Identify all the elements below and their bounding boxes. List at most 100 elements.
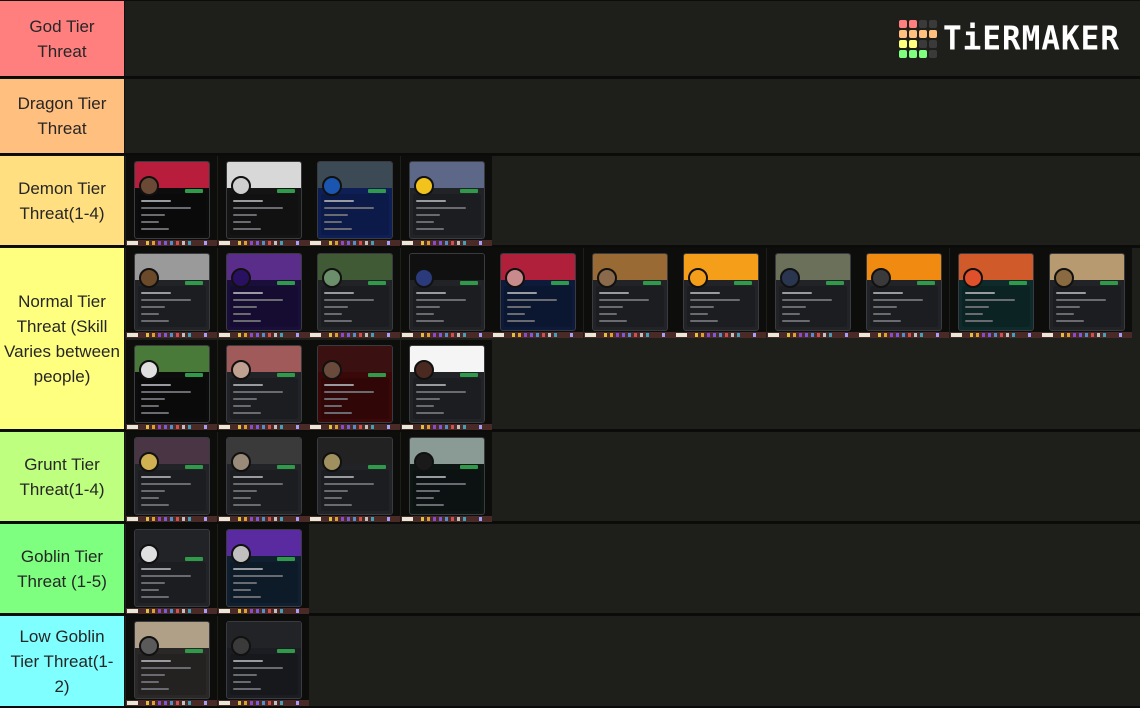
tier-label[interactable]: God Tier Threat	[0, 0, 125, 76]
start-icon	[127, 609, 138, 613]
taskbar-app-icon	[255, 241, 259, 245]
tier-items-area[interactable]	[125, 78, 1140, 153]
tier-item-screenshot[interactable]	[217, 248, 309, 338]
taskbar-strip	[858, 332, 949, 338]
tier-item-screenshot[interactable]	[309, 248, 400, 338]
taskbar-app-icon	[188, 333, 191, 337]
profile-text-line	[415, 306, 440, 308]
taskbar-app-icon	[158, 701, 161, 705]
tier-label[interactable]: Goblin Tier Threat (1-5)	[0, 523, 125, 613]
tier-items-area[interactable]	[125, 615, 1140, 706]
tier-item-screenshot[interactable]	[217, 524, 309, 614]
profile-text-line	[415, 299, 466, 301]
profile-card	[134, 345, 210, 423]
profile-text-line	[232, 589, 251, 591]
taskbar-strip	[217, 700, 309, 706]
taskbar-app-icon	[524, 333, 527, 337]
tier-item-screenshot[interactable]	[309, 432, 400, 522]
taskbar-app-icon	[456, 517, 460, 521]
taskbar-app-icon	[725, 333, 728, 337]
taskbar-app-icon	[295, 517, 299, 521]
taskbar-strip	[309, 424, 400, 430]
tier-item-screenshot[interactable]	[583, 248, 675, 338]
tier-item-screenshot[interactable]	[1041, 248, 1132, 338]
tier-item-screenshot[interactable]	[126, 432, 217, 522]
taskbar-app-icon	[444, 241, 448, 245]
tier-item-screenshot[interactable]	[126, 156, 217, 246]
taskbar-app-icon	[158, 333, 161, 337]
taskbar-app-icon	[204, 425, 207, 429]
tier-item-screenshot[interactable]	[217, 616, 309, 706]
tier-item-screenshot[interactable]	[126, 616, 217, 706]
tier-items-area[interactable]	[125, 155, 1140, 246]
tier-item-screenshot[interactable]	[126, 340, 217, 430]
logo-cell	[929, 40, 938, 48]
tier-item-screenshot[interactable]	[217, 340, 309, 430]
taskbar-app-icon	[146, 241, 149, 245]
tier-item-screenshot[interactable]	[400, 340, 492, 430]
taskbar-app-icon	[719, 333, 722, 337]
tier-items-area[interactable]	[125, 247, 1140, 430]
taskbar-strip	[217, 516, 309, 522]
profile-text-line	[141, 589, 159, 591]
taskbar-app-icon	[295, 609, 299, 613]
taskbar-app-icon	[438, 517, 442, 521]
profile-text-line	[873, 299, 923, 301]
tier-item-screenshot[interactable]	[126, 248, 217, 338]
tier-item-screenshot[interactable]	[766, 248, 858, 338]
tier-item-screenshot[interactable]	[400, 432, 492, 522]
tier-label[interactable]: Grunt Tier Threat(1-4)	[0, 431, 125, 521]
tier-item-screenshot[interactable]	[309, 340, 400, 430]
taskbar-app-icon	[170, 241, 173, 245]
tier-item-screenshot[interactable]	[675, 248, 766, 338]
taskbar-app-icon	[512, 333, 515, 337]
taskbar-strip	[492, 332, 583, 338]
profile-text-line	[781, 299, 832, 301]
taskbar-app-icon	[450, 333, 454, 337]
tier-item-screenshot[interactable]	[858, 248, 949, 338]
taskbar-app-icon	[633, 333, 637, 337]
avatar	[962, 268, 983, 288]
taskbar-app-icon	[329, 517, 332, 521]
taskbar-app-icon	[295, 333, 299, 337]
logo-cell	[919, 50, 928, 58]
profile-text-line	[873, 292, 903, 294]
tier-row: Demon Tier Threat(1-4)	[0, 155, 1140, 247]
taskbar-app-icon	[914, 333, 917, 337]
tier-label[interactable]: Low Goblin Tier Threat(1-2)	[0, 615, 125, 706]
avatar	[871, 268, 891, 288]
tier-label[interactable]: Dragon Tier Threat	[0, 78, 125, 153]
start-icon	[493, 333, 504, 337]
tier-item-screenshot[interactable]	[400, 248, 492, 338]
taskbar-app-icon	[420, 425, 424, 429]
start-icon	[1042, 333, 1053, 337]
taskbar-app-icon	[164, 517, 167, 521]
taskbar-app-icon	[158, 517, 161, 521]
taskbar-app-icon	[279, 701, 283, 705]
start-icon	[218, 241, 230, 245]
tier-item-screenshot[interactable]	[309, 156, 400, 246]
profile-text-line	[415, 398, 440, 400]
logo-grid-icon	[899, 20, 938, 58]
tier-label[interactable]: Demon Tier Threat(1-4)	[0, 155, 125, 245]
tier-items-area[interactable]	[125, 431, 1140, 522]
tier-item-screenshot[interactable]	[492, 248, 583, 338]
taskbar-app-icon	[249, 425, 253, 429]
tier-items-area[interactable]	[125, 523, 1140, 614]
tier-item-screenshot[interactable]	[400, 156, 492, 246]
taskbar-app-icon	[353, 241, 356, 245]
taskbar-strip	[217, 240, 309, 246]
profile-text-line	[324, 476, 354, 478]
taskbar-app-icon	[152, 701, 155, 705]
tier-item-screenshot[interactable]	[126, 524, 217, 614]
taskbar-app-icon	[359, 241, 362, 245]
profile-text-line	[141, 398, 165, 400]
profile-text-line	[232, 221, 251, 223]
taskbar-app-icon	[255, 609, 259, 613]
tier-item-screenshot[interactable]	[217, 432, 309, 522]
tier-label[interactable]: Normal Tier Threat (Skill Varies between…	[0, 247, 125, 429]
tier-item-screenshot[interactable]	[949, 248, 1041, 338]
tier-item-screenshot[interactable]	[217, 156, 309, 246]
profile-text-line	[232, 412, 261, 414]
profile-card	[134, 621, 210, 699]
